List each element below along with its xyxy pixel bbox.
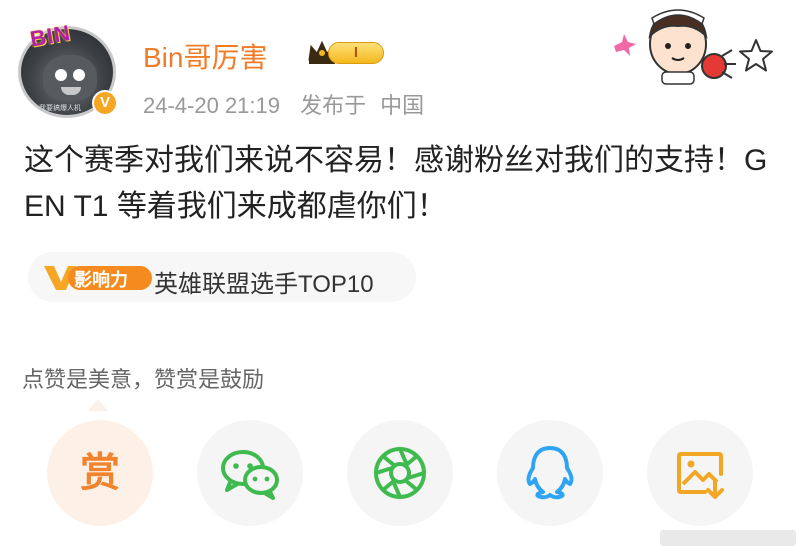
- cartoon-sticker-icon: [614, 9, 736, 85]
- watermark-icon: [660, 530, 796, 546]
- post-location: 中国: [380, 93, 425, 118]
- vip-level: I: [328, 42, 384, 64]
- influence-badge-text: 影响力: [74, 270, 128, 290]
- vip-badge[interactable]: I: [306, 36, 386, 68]
- user-avatar[interactable]: 我要搞爆人机 BIN V: [18, 20, 118, 118]
- topic-chip[interactable]: 影响力 英雄联盟选手TOP10: [28, 252, 416, 302]
- post-meta: 24-4-20 21:19 发布于 中国: [143, 88, 438, 120]
- save-image-icon: [677, 452, 724, 499]
- moments-share-button[interactable]: [347, 420, 453, 526]
- topic-label: 英雄联盟选手TOP10: [154, 271, 374, 298]
- location-prefix: 发布于: [300, 93, 367, 118]
- wechat-share-button[interactable]: [197, 420, 303, 526]
- reward-icon: 赏: [80, 451, 120, 495]
- post-text: 这个赛季对我们来说不容易！感谢粉丝对我们的支持！GEN T1 等着我们来成都虐你…: [24, 144, 768, 223]
- verified-badge-icon: V: [92, 90, 118, 116]
- moments-icon: [374, 447, 426, 499]
- save-image-button[interactable]: [647, 420, 753, 526]
- avatar-eye: [55, 69, 67, 81]
- avatar-caption: 我要搞爆人机: [39, 104, 81, 112]
- post-timestamp: 24-4-20 21:19: [143, 93, 280, 118]
- username[interactable]: Bin哥厉害: [143, 36, 267, 76]
- reward-button[interactable]: 赏: [47, 420, 153, 526]
- qq-icon: [526, 446, 574, 500]
- wechat-icon: [221, 450, 279, 500]
- tip-caret: [88, 399, 108, 411]
- avatar-eye: [73, 69, 85, 81]
- reward-tip: 点赞是美意，赞赏是鼓励: [22, 367, 265, 392]
- qq-share-button[interactable]: [497, 420, 603, 526]
- share-row: 赏: [0, 420, 800, 530]
- star-icon[interactable]: [736, 36, 776, 76]
